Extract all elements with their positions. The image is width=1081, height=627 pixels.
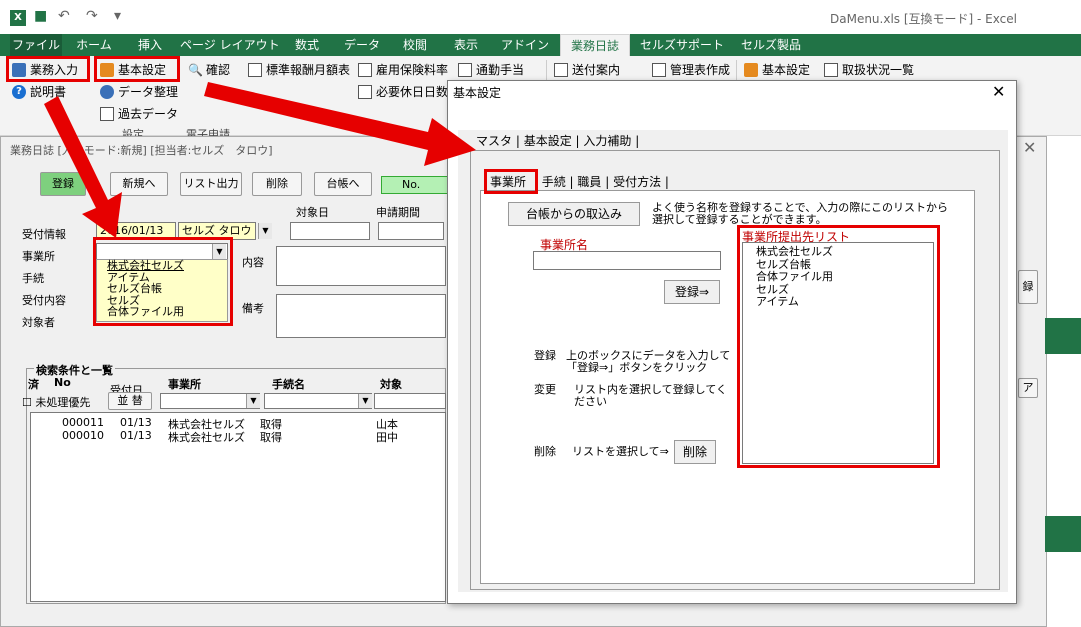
annotation-arrows bbox=[44, 82, 476, 238]
arrow-down-left bbox=[44, 96, 122, 238]
arrow-right bbox=[204, 82, 476, 166]
